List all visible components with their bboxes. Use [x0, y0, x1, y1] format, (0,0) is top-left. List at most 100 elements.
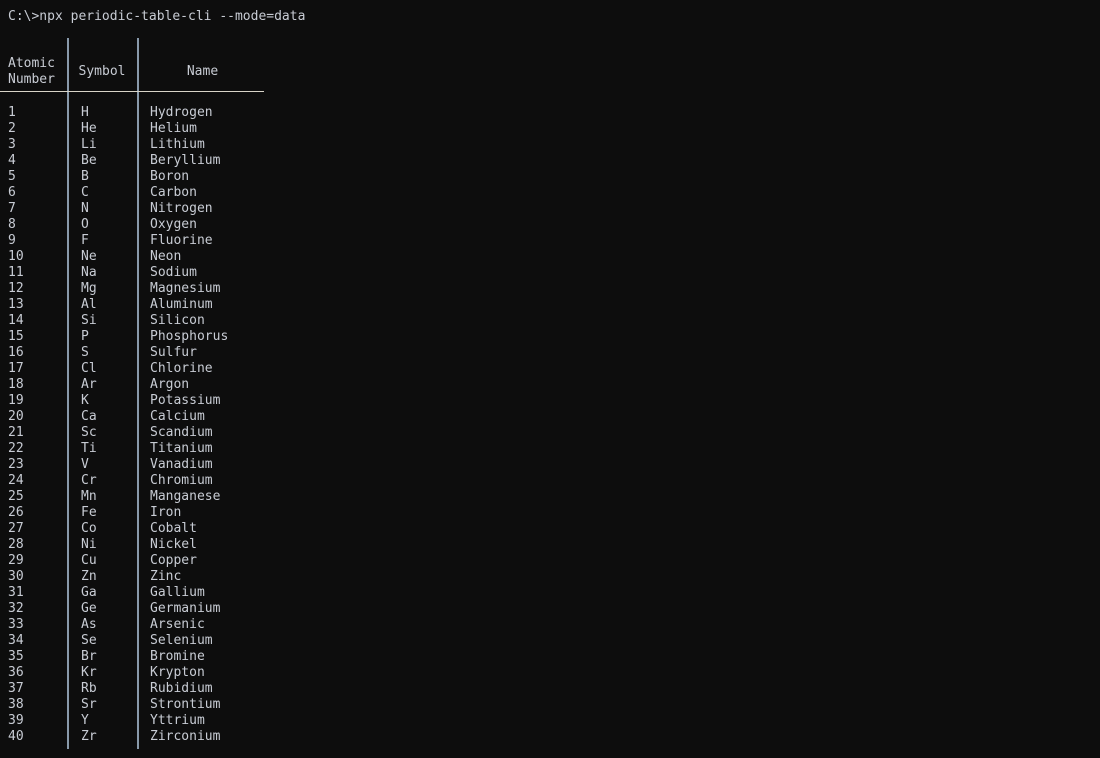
table-row: 2 He Helium — [0, 121, 280, 137]
cell-element-name: Phosphorus — [150, 329, 229, 344]
cell-element-name: Titanium — [150, 441, 213, 456]
cell-atomic-number: 12 — [8, 281, 24, 296]
table-row: 19 K Potassium — [0, 393, 280, 409]
cell-symbol: Zn — [81, 569, 97, 584]
cell-atomic-number: 34 — [8, 633, 24, 648]
cell-atomic-number: 26 — [8, 505, 24, 520]
cell-element-name: Scandium — [150, 425, 213, 440]
cell-symbol: Be — [81, 153, 97, 168]
cell-atomic-number: 4 — [8, 153, 16, 168]
cell-atomic-number: 7 — [8, 201, 16, 216]
table-row: 31 Ga Gallium — [0, 585, 280, 601]
cell-symbol: Se — [81, 633, 97, 648]
table-row: 40 Zr Zirconium — [0, 729, 280, 745]
cell-symbol: Rb — [81, 681, 97, 696]
cell-atomic-number: 23 — [8, 457, 24, 472]
cell-element-name: Hydrogen — [150, 105, 213, 120]
cell-atomic-number: 39 — [8, 713, 24, 728]
cell-symbol: Li — [81, 137, 97, 152]
table-row: 32 Ge Germanium — [0, 601, 280, 617]
table-row: 23 V Vanadium — [0, 457, 280, 473]
cell-element-name: Strontium — [150, 697, 221, 712]
cell-element-name: Germanium — [150, 601, 221, 616]
cell-atomic-number: 22 — [8, 441, 24, 456]
cell-atomic-number: 31 — [8, 585, 24, 600]
cell-symbol: Mn — [81, 489, 97, 504]
cell-symbol: P — [81, 329, 89, 344]
cell-symbol: Cu — [81, 553, 97, 568]
cell-element-name: Yttrium — [150, 713, 205, 728]
cell-element-name: Bromine — [150, 649, 205, 664]
cell-element-name: Argon — [150, 377, 190, 392]
table-row: 6 C Carbon — [0, 185, 280, 201]
table-row: 13 Al Aluminum — [0, 297, 280, 313]
cell-element-name: Zinc — [150, 569, 182, 584]
cell-atomic-number: 32 — [8, 601, 24, 616]
column-header-name: Name — [186, 64, 219, 79]
cell-symbol: H — [81, 105, 89, 120]
cell-atomic-number: 14 — [8, 313, 24, 328]
table-row: 16 S Sulfur — [0, 345, 280, 361]
cell-atomic-number: 16 — [8, 345, 24, 360]
cell-element-name: Boron — [150, 169, 190, 184]
cell-symbol: K — [81, 393, 89, 408]
cell-element-name: Iron — [150, 505, 182, 520]
table-row: 22 Ti Titanium — [0, 441, 280, 457]
cell-symbol: Fe — [81, 505, 97, 520]
cell-atomic-number: 18 — [8, 377, 24, 392]
table-row: 14 Si Silicon — [0, 313, 280, 329]
cell-atomic-number: 27 — [8, 521, 24, 536]
terminal-window[interactable]: C:\>npx periodic-table-cli --mode=data A… — [0, 0, 1100, 758]
cell-symbol: Cl — [81, 361, 97, 376]
cell-element-name: Arsenic — [150, 617, 205, 632]
table-row: 33 As Arsenic — [0, 617, 280, 633]
cell-atomic-number: 35 — [8, 649, 24, 664]
cell-atomic-number: 37 — [8, 681, 24, 696]
cell-atomic-number: 21 — [8, 425, 24, 440]
table-header-row: Atomic Number Symbol Name — [0, 38, 280, 88]
cell-atomic-number: 29 — [8, 553, 24, 568]
table-row: 5 B Boron — [0, 169, 280, 185]
cell-symbol: S — [81, 345, 89, 360]
table-row: 12 Mg Magnesium — [0, 281, 280, 297]
table-row: 17 Cl Chlorine — [0, 361, 280, 377]
cell-atomic-number: 2 — [8, 121, 16, 136]
cell-symbol: Sr — [81, 697, 97, 712]
cell-element-name: Sulfur — [150, 345, 197, 360]
cell-element-name: Rubidium — [150, 681, 213, 696]
cell-atomic-number: 9 — [8, 233, 16, 248]
cell-atomic-number: 3 — [8, 137, 16, 152]
cell-element-name: Nitrogen — [150, 201, 213, 216]
cell-atomic-number: 10 — [8, 249, 24, 264]
cell-element-name: Sodium — [150, 265, 197, 280]
cell-atomic-number: 28 — [8, 537, 24, 552]
cell-symbol: Ca — [81, 409, 97, 424]
table-row: 26 Fe Iron — [0, 505, 280, 521]
cell-symbol: Al — [81, 297, 97, 312]
table-row: 9 F Fluorine — [0, 233, 280, 249]
cell-symbol: C — [81, 185, 89, 200]
cell-symbol: He — [81, 121, 97, 136]
table-row: 25 Mn Manganese — [0, 489, 280, 505]
cell-element-name: Carbon — [150, 185, 197, 200]
cell-atomic-number: 11 — [8, 265, 24, 280]
table-row: 1 H Hydrogen — [0, 105, 280, 121]
cell-atomic-number: 13 — [8, 297, 24, 312]
cell-symbol: Kr — [81, 665, 97, 680]
cell-symbol: Na — [81, 265, 97, 280]
table-row: 3 Li Lithium — [0, 137, 280, 153]
cell-element-name: Vanadium — [150, 457, 213, 472]
table-body: 1 H Hydrogen 2 He Helium 3 Li Lithium 4 Be Berylliu… — [0, 105, 280, 745]
table-row: 35 Br Bromine — [0, 649, 280, 665]
cell-atomic-number: 36 — [8, 665, 24, 680]
cell-atomic-number: 25 — [8, 489, 24, 504]
cell-symbol: F — [81, 233, 89, 248]
cell-atomic-number: 30 — [8, 569, 24, 584]
cell-symbol: Co — [81, 521, 97, 536]
cell-atomic-number: 5 — [8, 169, 16, 184]
cell-atomic-number: 24 — [8, 473, 24, 488]
cell-atomic-number: 6 — [8, 185, 16, 200]
table-row: 29 Cu Copper — [0, 553, 280, 569]
cell-element-name: Cobalt — [150, 521, 197, 536]
cell-element-name: Zirconium — [150, 729, 221, 744]
